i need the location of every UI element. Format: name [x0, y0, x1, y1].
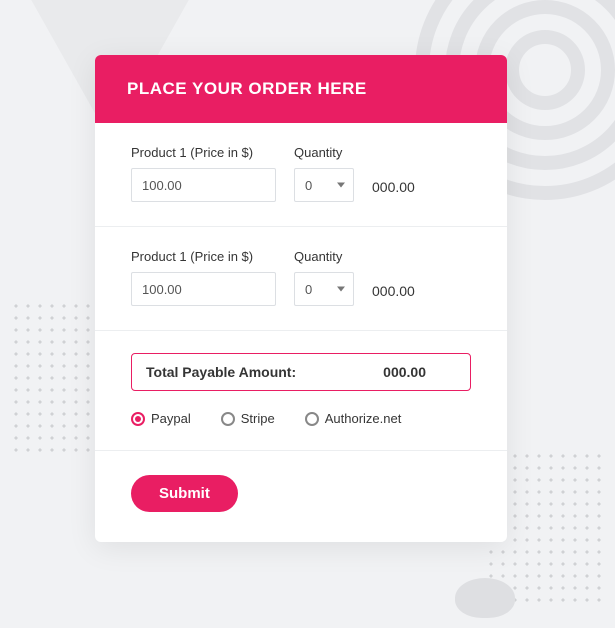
- payment-option-label: Stripe: [241, 411, 275, 426]
- order-card: PLACE YOUR ORDER HERE Product 1 (Price i…: [95, 55, 507, 542]
- radio-icon: [221, 412, 235, 426]
- quantity-value: 0: [305, 282, 312, 297]
- quantity-label: Quantity: [294, 145, 354, 160]
- total-value: 000.00: [383, 364, 456, 380]
- payment-options: Paypal Stripe Authorize.net: [131, 411, 471, 426]
- product-row: Product 1 (Price in $) Quantity 0 000.00: [95, 227, 507, 331]
- product-label: Product 1 (Price in $): [131, 145, 276, 160]
- card-title: PLACE YOUR ORDER HERE: [127, 79, 367, 98]
- radio-icon: [131, 412, 145, 426]
- payment-option-label: Authorize.net: [325, 411, 402, 426]
- card-header: PLACE YOUR ORDER HERE: [95, 55, 507, 123]
- product-price-input[interactable]: [131, 272, 276, 306]
- chevron-down-icon: [337, 287, 345, 292]
- payment-option-label: Paypal: [151, 411, 191, 426]
- payment-option-paypal[interactable]: Paypal: [131, 411, 191, 426]
- payment-option-authorizenet[interactable]: Authorize.net: [305, 411, 402, 426]
- radio-icon: [305, 412, 319, 426]
- total-payable-box: Total Payable Amount: 000.00: [131, 353, 471, 391]
- quantity-value: 0: [305, 178, 312, 193]
- payment-option-stripe[interactable]: Stripe: [221, 411, 275, 426]
- quantity-label: Quantity: [294, 249, 354, 264]
- line-total: 000.00: [372, 179, 471, 202]
- line-total: 000.00: [372, 283, 471, 306]
- product-row: Product 1 (Price in $) Quantity 0 000.00: [95, 123, 507, 227]
- chevron-down-icon: [337, 183, 345, 188]
- bg-blob: [455, 578, 515, 618]
- submit-section: Submit: [95, 451, 507, 542]
- quantity-select[interactable]: 0: [294, 272, 354, 306]
- product-price-input[interactable]: [131, 168, 276, 202]
- quantity-select[interactable]: 0: [294, 168, 354, 202]
- total-label: Total Payable Amount:: [146, 364, 296, 380]
- product-label: Product 1 (Price in $): [131, 249, 276, 264]
- submit-button[interactable]: Submit: [131, 475, 238, 512]
- summary-section: Total Payable Amount: 000.00 Paypal Stri…: [95, 331, 507, 451]
